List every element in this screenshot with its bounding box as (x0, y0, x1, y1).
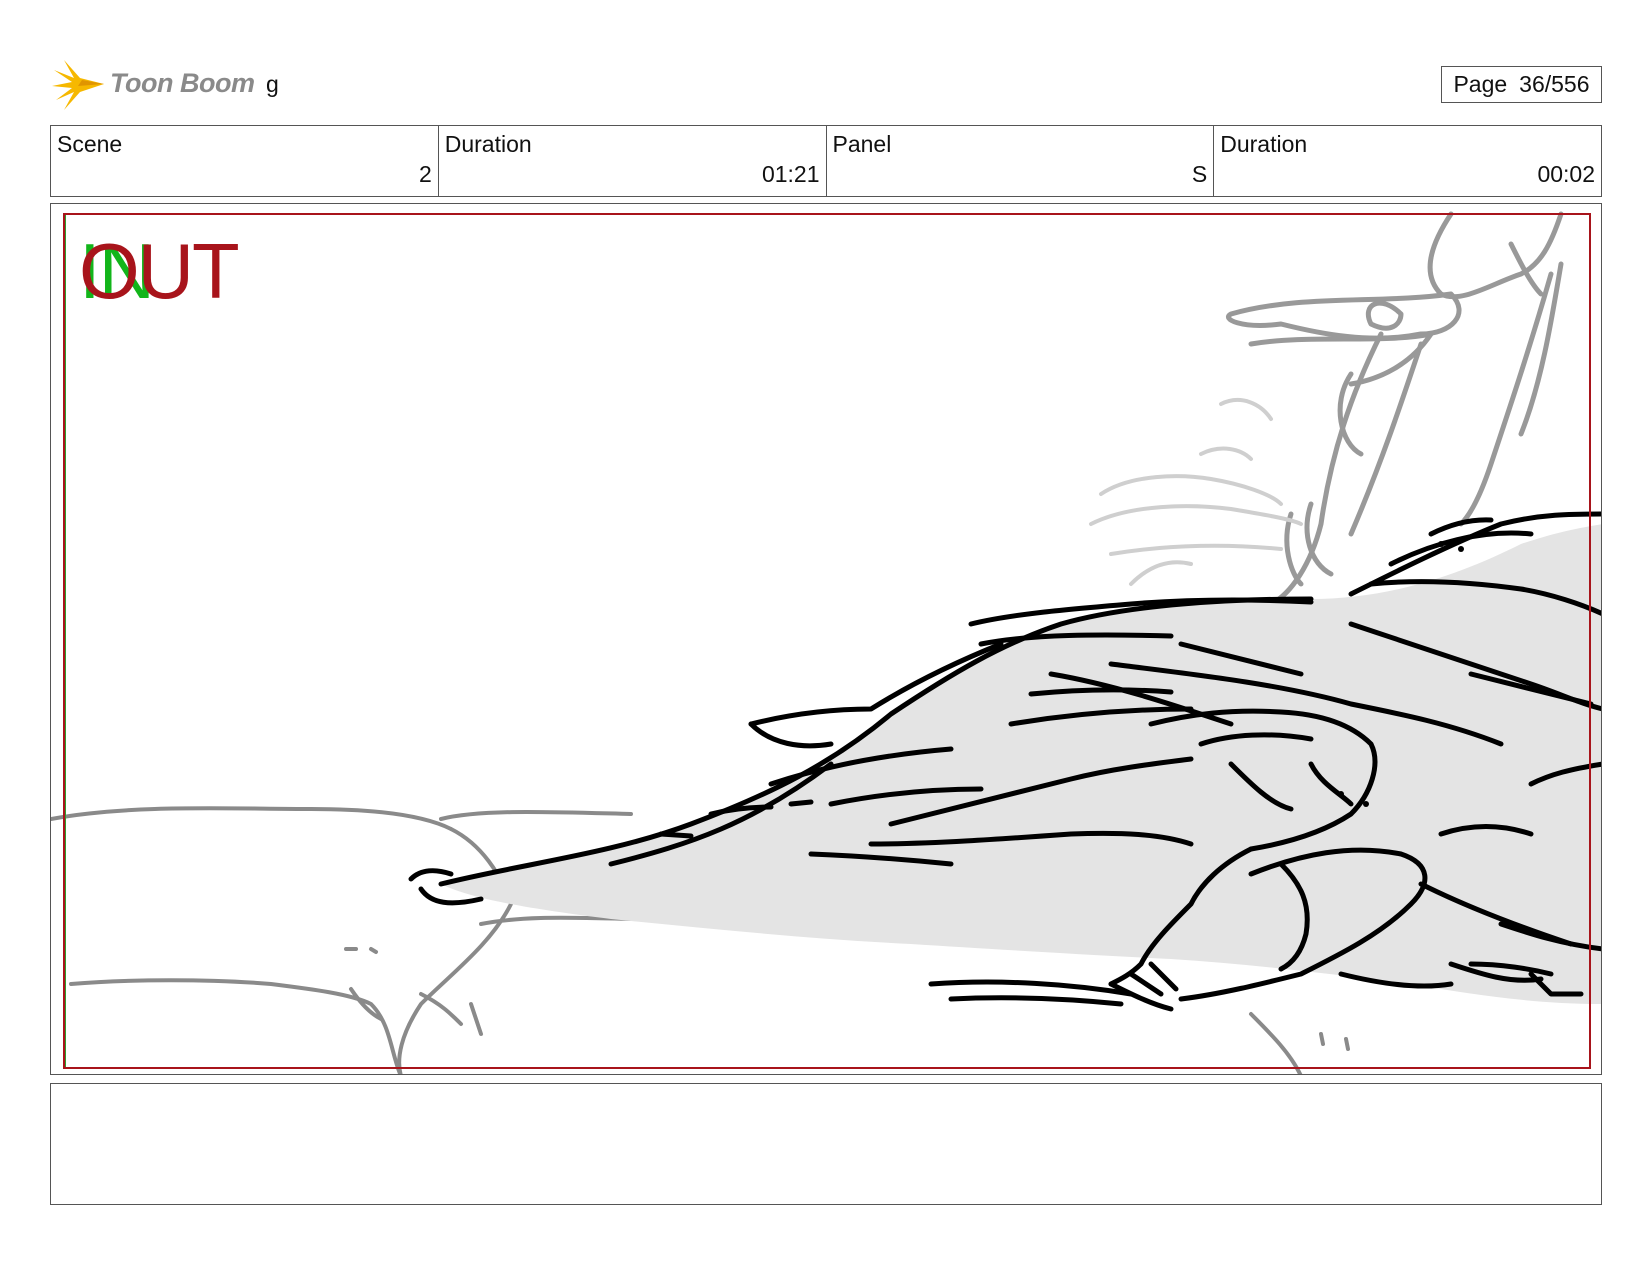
panel-notes-box[interactable] (50, 1083, 1602, 1205)
page-number: 36/556 (1519, 71, 1590, 97)
storyboard-panel: IN OUT (50, 203, 1602, 1075)
scene-value: 2 (418, 161, 432, 187)
camera-frame (63, 213, 1591, 1069)
scene-duration-cell: Duration 01:21 (439, 126, 827, 196)
panel-duration-label: Duration (1220, 131, 1308, 157)
scene-duration-value: 01:21 (761, 161, 820, 187)
panel-duration-cell: Duration 00:02 (1214, 126, 1601, 196)
page-indicator: Page 36/556 (1441, 66, 1602, 103)
panel-value: S (1191, 161, 1208, 187)
starburst-icon (52, 60, 104, 110)
panel-cell: Panel S (827, 126, 1215, 196)
panel-info-table: Scene 2 Duration 01:21 Panel S Duration … (50, 125, 1602, 197)
panel-label: Panel (832, 131, 892, 157)
panel-duration-value: 00:02 (1537, 161, 1595, 187)
scene-duration-label: Duration (444, 131, 532, 157)
scene-cell: Scene 2 (51, 126, 439, 196)
page-label: Page (1453, 71, 1508, 97)
scene-label: Scene (57, 131, 123, 157)
toon-boom-logo: Toon Boom (52, 56, 255, 112)
project-name: g (266, 71, 279, 97)
logo-text: Toon Boom (110, 68, 255, 98)
out-marker: OUT (79, 227, 240, 315)
